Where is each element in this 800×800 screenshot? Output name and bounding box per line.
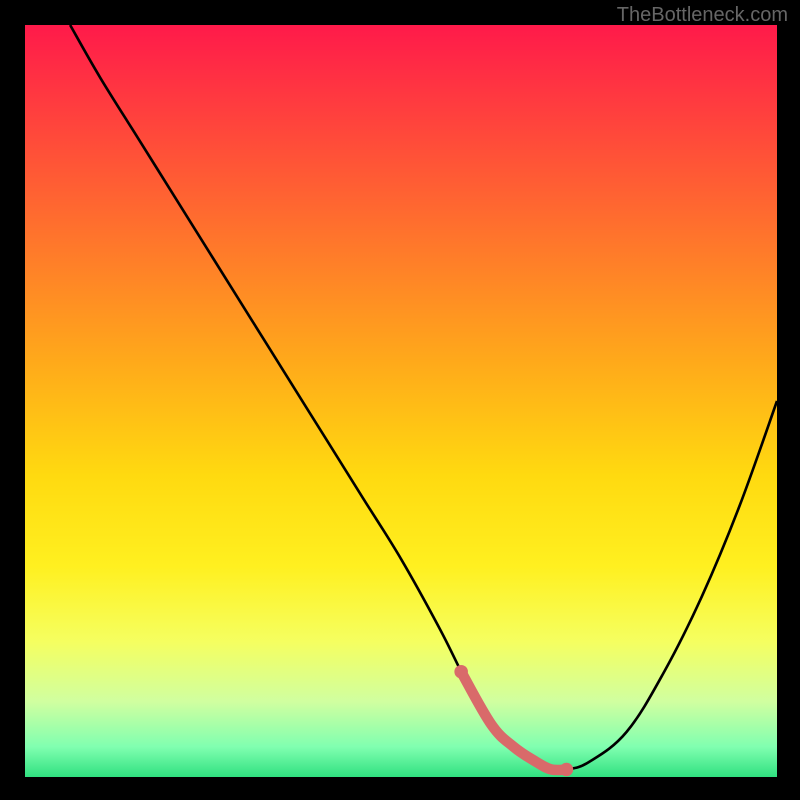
optimal-range-highlight xyxy=(461,672,566,770)
plot-area xyxy=(25,25,777,777)
highlight-endpoint-start xyxy=(454,665,468,679)
bottleneck-curve xyxy=(70,25,777,770)
highlight-endpoint-end xyxy=(560,763,574,777)
curve-layer xyxy=(25,25,777,777)
watermark-text: TheBottleneck.com xyxy=(617,4,788,27)
